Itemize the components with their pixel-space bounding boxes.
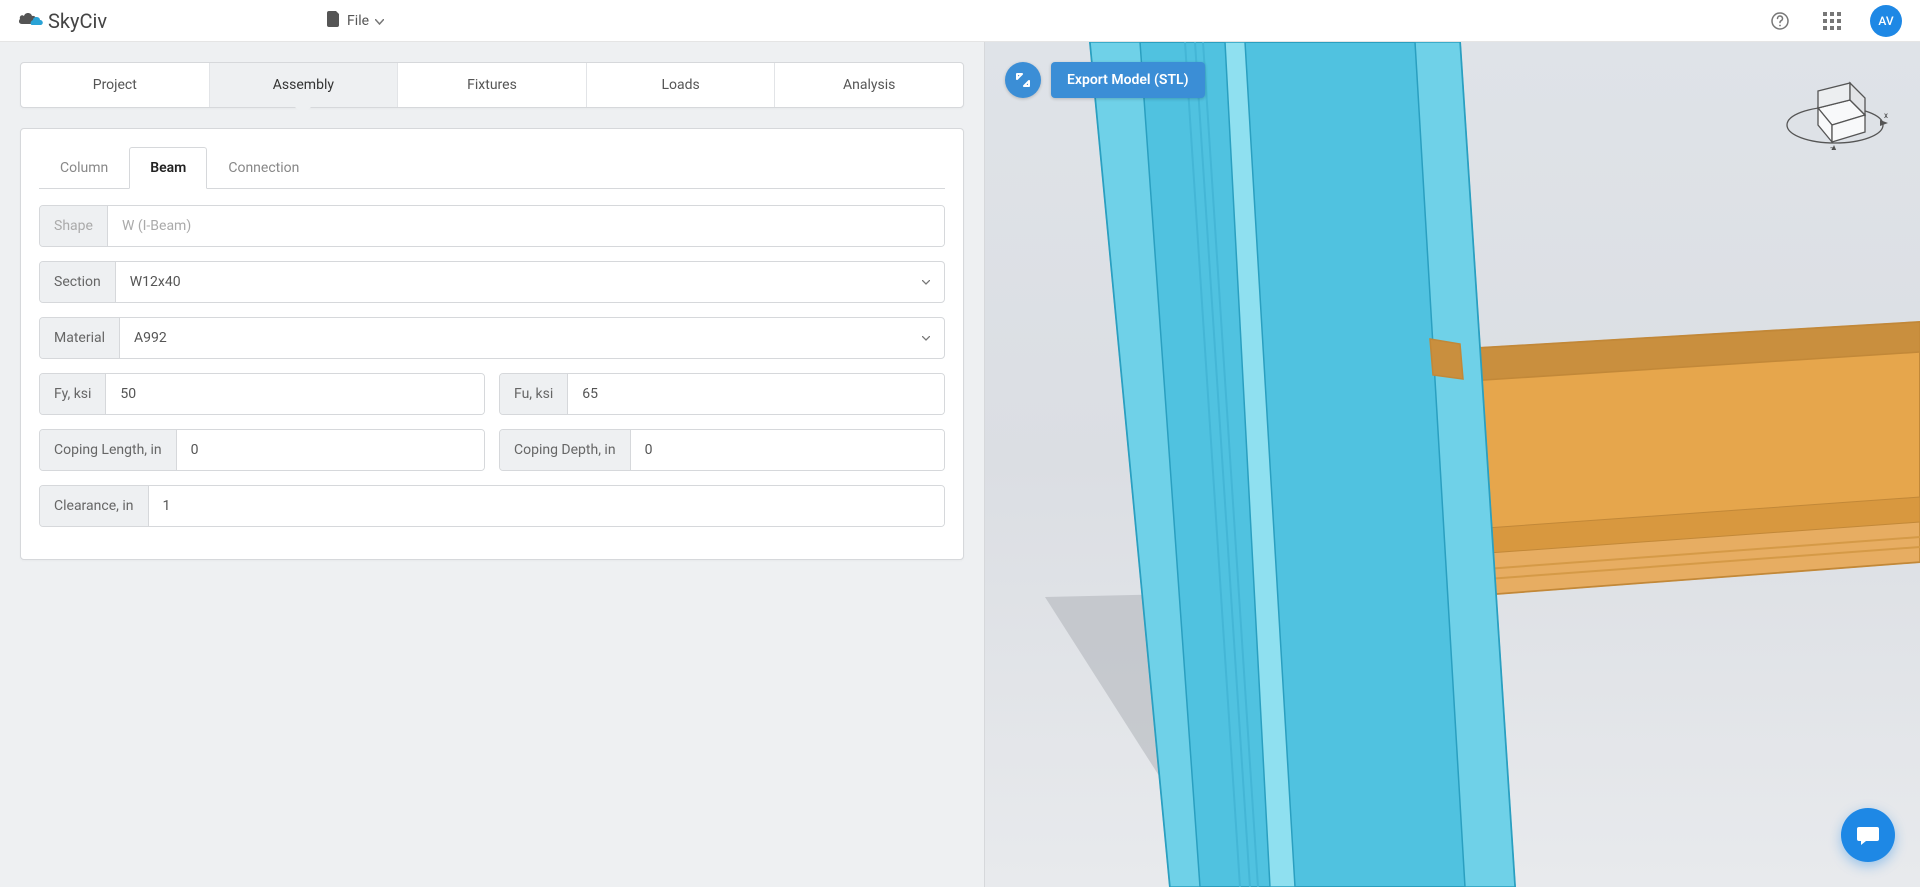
help-button[interactable]: [1766, 7, 1794, 35]
clearance-input[interactable]: [149, 486, 945, 526]
left-pane: Project Assembly Fixtures Loads Analysis…: [0, 42, 985, 887]
tab-label: Fixtures: [467, 77, 517, 93]
coping-depth-input[interactable]: [631, 430, 944, 470]
tab-project[interactable]: Project: [21, 63, 210, 107]
subtab-connection[interactable]: Connection: [207, 147, 320, 189]
clearance-label: Clearance, in: [40, 486, 149, 526]
section-field[interactable]: Section W12x40: [39, 261, 945, 303]
subtab-label: Column: [60, 160, 108, 176]
fu-input[interactable]: [568, 374, 944, 414]
coping-length-input[interactable]: [177, 430, 484, 470]
material-value: A992: [120, 318, 908, 358]
tab-assembly[interactable]: Assembly: [210, 63, 399, 107]
avatar[interactable]: AV: [1870, 5, 1902, 37]
avatar-initials: AV: [1878, 14, 1893, 28]
export-model-button[interactable]: Export Model (STL): [1051, 62, 1205, 98]
coping-depth-field[interactable]: Coping Depth, in: [499, 429, 945, 471]
coping-length-label: Coping Length, in: [40, 430, 177, 470]
material-field[interactable]: Material A992: [39, 317, 945, 359]
shape-value: W (I-Beam): [108, 206, 944, 246]
coping-depth-label: Coping Depth, in: [500, 430, 631, 470]
tab-loads[interactable]: Loads: [587, 63, 776, 107]
subtab-label: Beam: [150, 160, 186, 176]
tab-analysis[interactable]: Analysis: [775, 63, 963, 107]
svg-text:z: z: [1830, 145, 1834, 150]
3d-scene: [985, 42, 1920, 887]
app-name: SkyCiv: [48, 9, 107, 33]
section-label: Section: [40, 262, 116, 302]
export-label: Export Model (STL): [1067, 72, 1189, 88]
tab-label: Assembly: [273, 77, 334, 93]
chat-button[interactable]: [1841, 808, 1895, 862]
main: Project Assembly Fixtures Loads Analysis…: [0, 42, 1920, 887]
app-logo: SkyCiv: [18, 9, 107, 33]
coping-length-field[interactable]: Coping Length, in: [39, 429, 485, 471]
apps-button[interactable]: [1818, 7, 1846, 35]
file-menu[interactable]: File: [327, 11, 384, 31]
main-tabs: Project Assembly Fixtures Loads Analysis: [20, 62, 964, 108]
clearance-field[interactable]: Clearance, in: [39, 485, 945, 527]
shape-field: Shape W (I-Beam): [39, 205, 945, 247]
logo-icon: [18, 10, 44, 32]
document-icon: [327, 11, 341, 31]
tab-label: Loads: [661, 77, 699, 93]
tab-fixtures[interactable]: Fixtures: [398, 63, 587, 107]
file-menu-label: File: [347, 13, 369, 29]
axis-gizmo[interactable]: x z: [1780, 70, 1890, 150]
svg-text:x: x: [1884, 111, 1888, 120]
viewport-buttons: Export Model (STL): [1005, 62, 1205, 98]
fy-label: Fy, ksi: [40, 374, 106, 414]
chevron-down-icon: [375, 13, 384, 29]
subtab-label: Connection: [228, 160, 299, 176]
topbar-right: AV: [1766, 5, 1902, 37]
fu-field[interactable]: Fu, ksi: [499, 373, 945, 415]
form-card: Column Beam Connection Shape W (I-Beam) …: [20, 128, 964, 560]
section-value: W12x40: [116, 262, 908, 302]
chevron-down-icon: [908, 318, 944, 358]
fy-field[interactable]: Fy, ksi: [39, 373, 485, 415]
expand-view-button[interactable]: [1005, 62, 1041, 98]
sub-tabs: Column Beam Connection: [39, 147, 945, 189]
viewport[interactable]: Export Model (STL) x z: [985, 42, 1920, 887]
tab-label: Analysis: [843, 77, 895, 93]
tab-label: Project: [93, 77, 137, 93]
fu-label: Fu, ksi: [500, 374, 568, 414]
subtab-column[interactable]: Column: [39, 147, 129, 189]
fy-input[interactable]: [106, 374, 484, 414]
material-label: Material: [40, 318, 120, 358]
topbar: SkyCiv File AV: [0, 0, 1920, 42]
chevron-down-icon: [908, 262, 944, 302]
shape-label: Shape: [40, 206, 108, 246]
subtab-beam[interactable]: Beam: [129, 147, 207, 189]
